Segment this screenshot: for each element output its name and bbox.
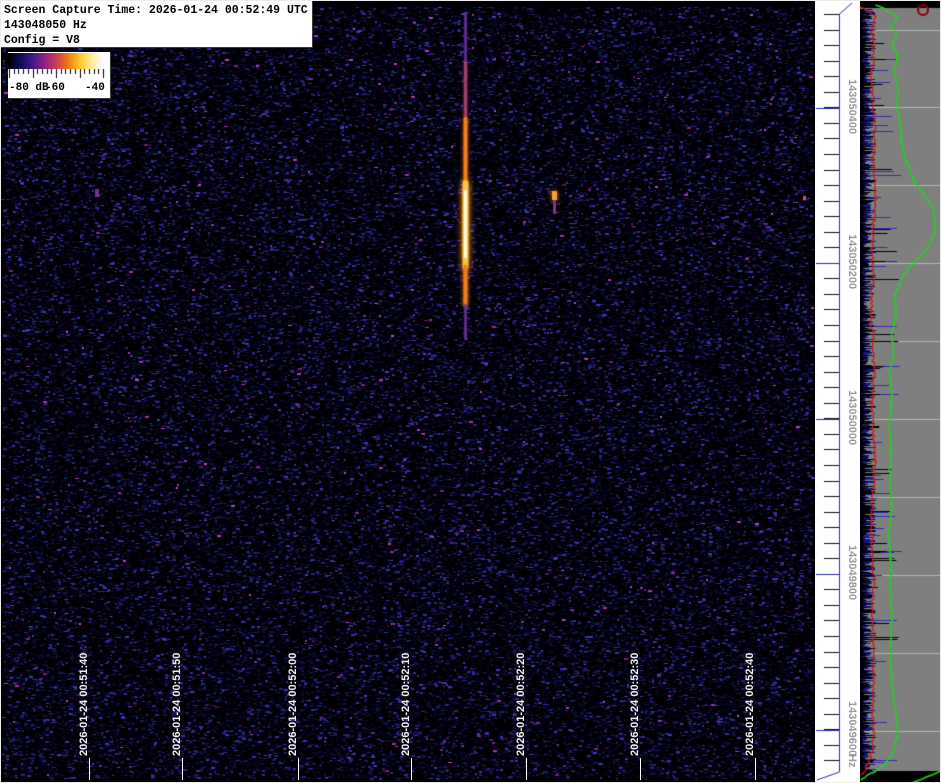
frequency-axis-unit: Hz xyxy=(846,754,858,767)
capture-time-text: Screen Capture Time: 2026-01-24 00:52:49… xyxy=(4,3,309,18)
frequency-axis-label: 143050400 xyxy=(846,79,858,134)
colorbar-label-max: -40 xyxy=(85,82,105,94)
time-axis-tick xyxy=(526,758,527,780)
spectrum-graph-panel xyxy=(860,1,940,782)
colorbar-gradient xyxy=(8,53,103,69)
time-axis-tick xyxy=(411,758,412,780)
time-axis-label: 2026-01-24 00:52:20 xyxy=(515,653,527,756)
time-axis-label: 2026-01-24 00:51:50 xyxy=(171,653,183,756)
time-axis-tick xyxy=(755,758,756,780)
time-axis-tick xyxy=(298,758,299,780)
time-axis-tick xyxy=(640,758,641,780)
capture-info-box: Screen Capture Time: 2026-01-24 00:52:49… xyxy=(1,1,313,48)
time-axis-label: 2026-01-24 00:51:40 xyxy=(78,653,90,756)
frequency-axis-label: 143050000 xyxy=(846,390,858,445)
time-axis-tick xyxy=(182,758,183,780)
frequency-axis-label: 143049800 xyxy=(846,545,858,600)
screen-capture-frame: Screen Capture Time: 2026-01-24 00:52:49… xyxy=(0,0,941,783)
time-axis-tick xyxy=(89,758,90,780)
time-axis-label: 2026-01-24 00:52:40 xyxy=(744,653,756,756)
frequency-axis-label: 143049600 xyxy=(846,701,858,756)
frequency-text: 143048050 Hz xyxy=(4,18,309,33)
config-text: Config = V8 xyxy=(4,33,309,48)
frequency-axis-label: 143050200 xyxy=(846,234,858,289)
time-axis-label: 2026-01-24 00:52:30 xyxy=(629,653,641,756)
colorbar-label-min: -80 dB xyxy=(9,82,49,94)
colorbar: -80 dB -60 -40 xyxy=(8,52,111,99)
colorbar-tick-ruler xyxy=(8,69,110,81)
colorbar-label-mid: -60 xyxy=(45,82,65,94)
time-axis-label: 2026-01-24 00:52:00 xyxy=(287,653,299,756)
time-axis-label: 2026-01-24 00:52:10 xyxy=(400,653,412,756)
